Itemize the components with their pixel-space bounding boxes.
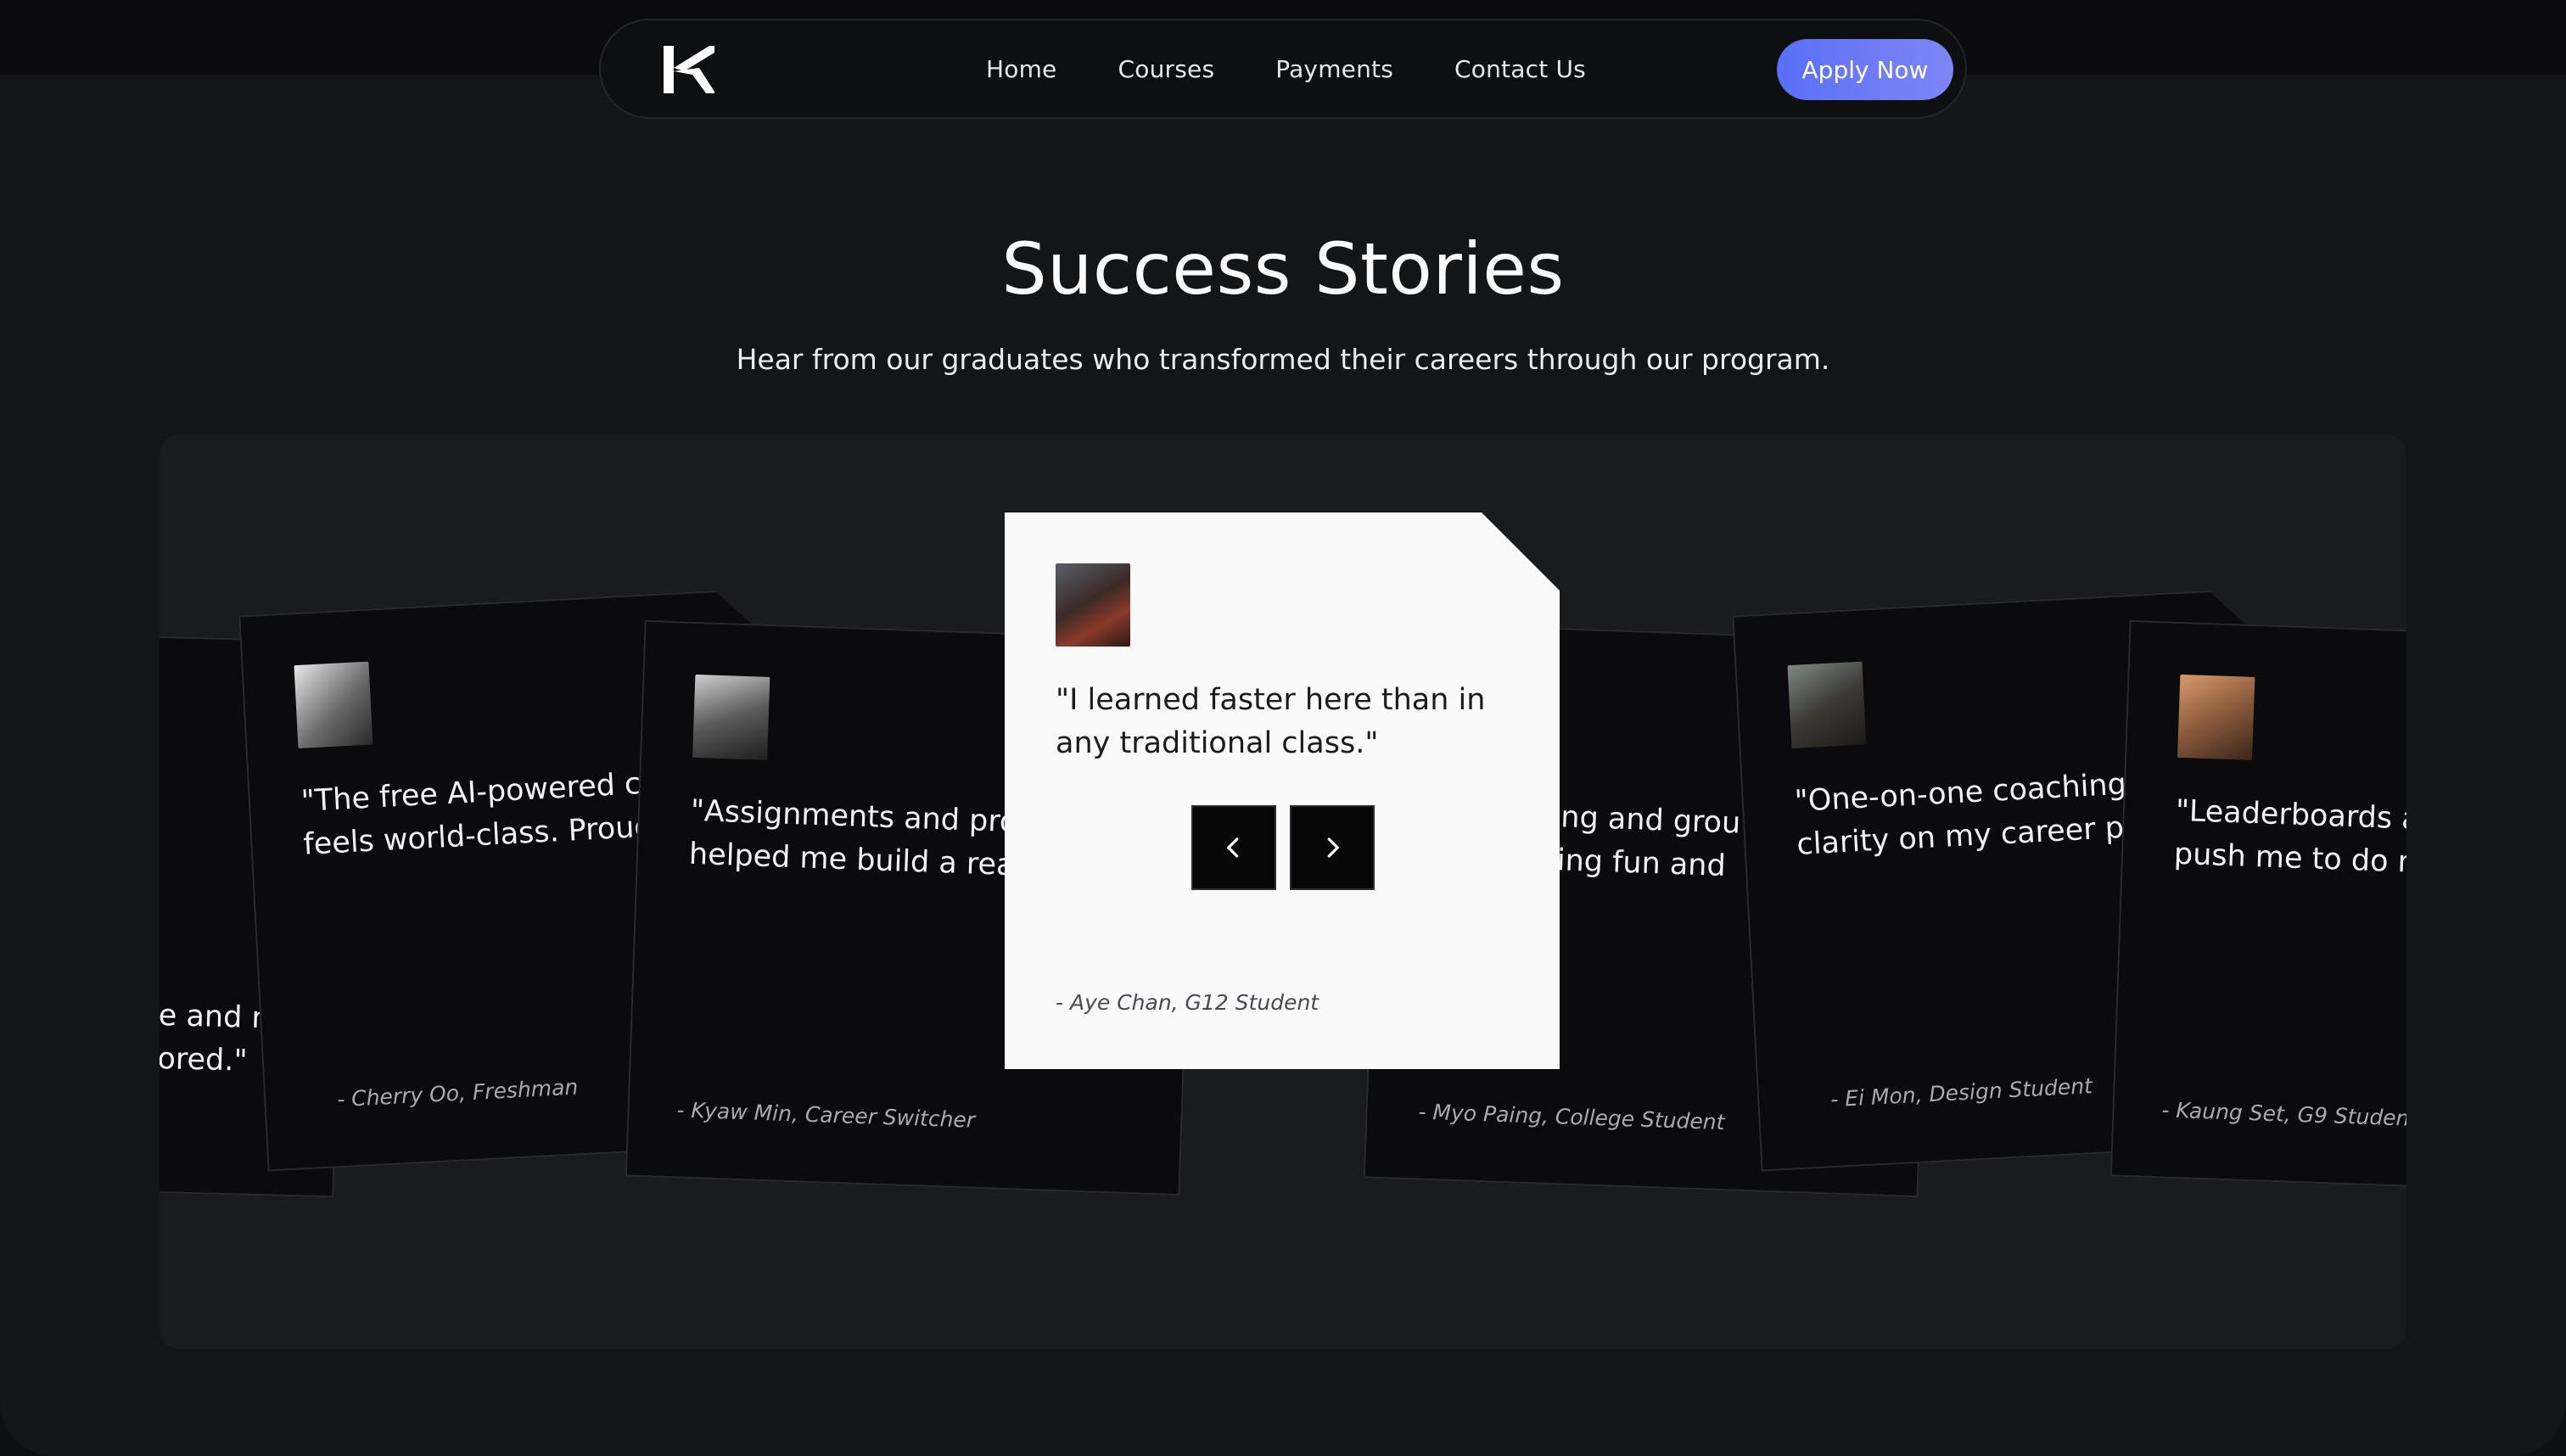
testimonial-quote: "Leaderboards ar push me to do m [2173,793,2406,881]
chevron-right-icon [1327,837,1339,858]
nav-home[interactable]: Home [986,55,1057,83]
testimonial-card-active[interactable]: "I learned faster here than in any tradi… [1005,512,1560,1069]
avatar [2177,675,2255,760]
nav-courses[interactable]: Courses [1118,55,1215,83]
avatar [294,662,373,748]
page-title: Success Stories [1001,227,1565,311]
carousel-next-button[interactable] [1290,805,1375,890]
testimonial-carousel: e and mored." "The free AI-powered ca fe… [160,434,2406,1349]
testimonial-quote: "I learned faster here than in any tradi… [1056,683,1486,760]
chevron-left-icon [1227,837,1239,858]
avatar [1787,662,1866,748]
apply-now-button[interactable]: Apply Now [1777,39,1953,100]
avatar [692,675,770,760]
testimonial-author: - Aye Chan, G12 Student [1056,990,1319,1015]
navbar: Home Courses Payments Contact Us Apply N… [599,19,1967,119]
testimonial-card[interactable]: "Leaderboards ar push me to do m - Kaung… [2110,620,2406,1196]
k-logo-icon[interactable] [660,42,716,97]
testimonial-author: - Ei Mon, Design Student [1829,1073,2093,1112]
nav-contact-us[interactable]: Contact Us [1454,55,1586,83]
testimonial-author: - Cherry Oo, Freshman [336,1074,579,1112]
testimonial-author: - Myo Paing, College Student [1418,1099,1725,1135]
testimonial-author: - Kaung Set, G9 Student [2161,1097,2406,1131]
page-subtitle: Hear from our graduates who transformed … [736,343,1830,376]
avatar [1056,563,1130,647]
nav-links: Home Courses Payments Contact Us [986,20,1586,117]
nav-payments[interactable]: Payments [1275,55,1393,83]
carousel-prev-button[interactable] [1191,805,1276,890]
testimonial-author: - Kyaw Min, Career Switcher [676,1097,976,1133]
